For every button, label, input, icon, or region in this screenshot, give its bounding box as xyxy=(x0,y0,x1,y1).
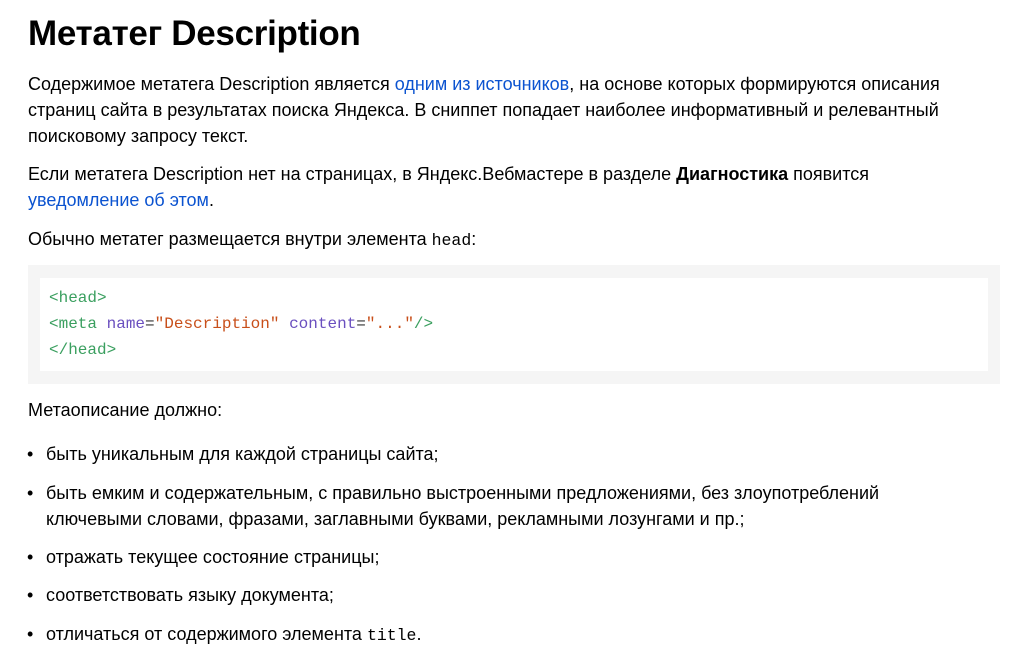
code-val-ellipsis: "..." xyxy=(365,315,414,333)
intro-text-cont: , на основе которых формируются описания xyxy=(569,74,940,94)
bullet-5: • xyxy=(27,624,34,644)
list-item-2-line1: быть емким и содержательным, с правильно… xyxy=(46,483,880,503)
article: Метатег Description Содержимое метатега … xyxy=(0,0,1024,657)
code-meta-open: <meta xyxy=(49,315,98,333)
code-eq-2: = xyxy=(356,315,366,333)
head-inline-code: head xyxy=(431,231,472,250)
placement-text: Обычно метатег размещается внутри элемен… xyxy=(28,229,432,249)
bullet-4: • xyxy=(27,585,34,605)
intro-paragraph-line3: поисковому запросу текст. xyxy=(28,126,249,146)
code-val-description: "Description" xyxy=(154,315,280,333)
list-item-3: отражать текущее состояние страницы; xyxy=(46,547,380,567)
list-intro: Метаописание должно: xyxy=(28,400,223,420)
sources-link[interactable]: одним из источников xyxy=(395,74,570,94)
intro-text: Содержимое метатега Description является xyxy=(28,74,395,94)
code-attr-content: content xyxy=(289,315,357,333)
bullet-1: • xyxy=(27,444,34,464)
code-line-3: </head> xyxy=(49,340,116,360)
bullet-2: • xyxy=(27,483,34,503)
list-item-4: соответствовать языку документа; xyxy=(46,585,334,605)
diagnostics-text: Если метатега Description нет на страниц… xyxy=(28,164,677,184)
intro-paragraph-line2: страниц сайта в результатах поиска Яндек… xyxy=(28,100,939,120)
bullet-3: • xyxy=(27,547,34,567)
code-line-1: <head> xyxy=(49,288,107,308)
code-block-inner: <head> <meta name="Description" content=… xyxy=(40,278,988,371)
page-title: Метатег Description xyxy=(28,14,361,53)
code-eq-1: = xyxy=(145,315,155,333)
list-item-5: отличаться от содержимого элемента title… xyxy=(46,621,421,649)
list-item-1: быть уникальным для каждой страницы сайт… xyxy=(46,444,439,464)
placement-paragraph: Обычно метатег размещается внутри элемен… xyxy=(28,226,476,254)
code-head-close: </head> xyxy=(49,341,117,359)
diagnostics-bold: Диагностика xyxy=(676,164,789,184)
intro-paragraph-line1: Содержимое метатега Description является… xyxy=(28,71,940,97)
diagnostics-text-cont: появится xyxy=(788,164,870,184)
diagnostics-paragraph-line1: Если метатега Description нет на страниц… xyxy=(28,161,869,187)
list-item-5-text: отличаться от содержимого элемента xyxy=(46,624,367,644)
code-attr-name: name xyxy=(106,315,146,333)
code-head-open: <head> xyxy=(49,289,107,307)
code-meta-close: /> xyxy=(413,315,434,333)
list-item-2-line2: ключевыми словами, фразами, заглавными б… xyxy=(46,509,745,529)
title-inline-code: title xyxy=(366,626,417,645)
diagnostics-end: . xyxy=(208,190,214,210)
notification-link[interactable]: уведомление об этом xyxy=(28,190,209,210)
placement-end: : xyxy=(471,229,477,249)
list-item-5-end: . xyxy=(416,624,422,644)
code-line-2: <meta name="Description" content="..."/> xyxy=(49,314,433,334)
diagnostics-paragraph-line2: уведомление об этом. xyxy=(28,187,214,213)
code-block: <head> <meta name="Description" content=… xyxy=(28,265,1000,384)
